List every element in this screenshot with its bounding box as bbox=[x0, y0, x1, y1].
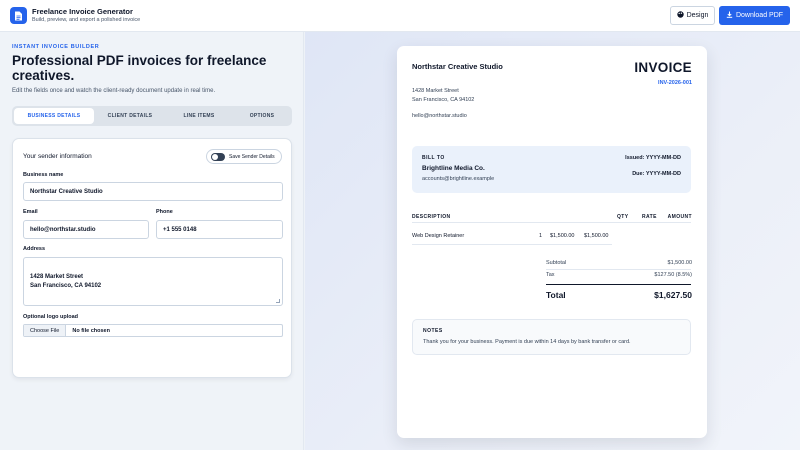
notes-text: Thank you for your business. Payment is … bbox=[423, 339, 631, 345]
editor-pane: INSTANT INVOICE BUILDER Professional PDF… bbox=[0, 32, 304, 450]
email-label: Email bbox=[23, 209, 38, 215]
total-divider bbox=[546, 284, 691, 285]
download-button-label: Download PDF bbox=[735, 12, 784, 19]
choose-file-button[interactable]: Choose File bbox=[24, 325, 67, 336]
tax-label: Tax bbox=[546, 272, 555, 278]
invoice-number: INV-2026-001 bbox=[658, 80, 692, 86]
invoice-document: Northstar Creative Studio 1428 Market St… bbox=[397, 46, 707, 438]
resize-handle-icon[interactable] bbox=[276, 299, 280, 303]
logo-file-input[interactable]: Choose File No file chosen bbox=[23, 324, 283, 337]
business-name-input[interactable]: Northstar Creative Studio bbox=[23, 182, 283, 201]
tab-client-details[interactable]: CLIENT DETAILS bbox=[97, 108, 163, 124]
file-status: No file chosen bbox=[72, 327, 110, 334]
client-name: Brightline Media Co. bbox=[422, 165, 485, 172]
column-amount: AMOUNT bbox=[667, 214, 692, 220]
table-divider bbox=[412, 222, 691, 223]
page-headline: Professional PDF invoices for freelance … bbox=[12, 53, 267, 83]
notes-panel: NOTES Thank you for your business. Payme… bbox=[412, 319, 691, 355]
tax-value: $127.50 (8.5%) bbox=[654, 272, 692, 278]
due-date: Due: YYYY-MM-DD bbox=[632, 171, 681, 177]
column-rate: RATE bbox=[642, 214, 657, 220]
page-lede: Edit the fields once and watch the clien… bbox=[12, 88, 216, 94]
item-description: Web Design Retainer bbox=[412, 233, 465, 239]
editor-tabs: BUSINESS DETAILS CLIENT DETAILS LINE ITE… bbox=[12, 106, 292, 126]
phone-label: Phone bbox=[156, 209, 173, 215]
email-field[interactable]: hello@northstar.studio bbox=[23, 220, 149, 239]
preview-pane: Northstar Creative Studio 1428 Market St… bbox=[305, 32, 800, 450]
app-subtitle: Build, preview, and export a polished in… bbox=[32, 17, 141, 23]
address-text: 1428 Market Street San Francisco, CA 941… bbox=[30, 274, 102, 289]
design-button[interactable]: Design bbox=[670, 6, 715, 25]
address-textarea[interactable]: 1428 Market Street San Francisco, CA 941… bbox=[23, 257, 283, 306]
column-qty: QTY bbox=[617, 214, 629, 220]
column-description: DESCRIPTION bbox=[412, 214, 451, 220]
save-sender-toggle[interactable]: Save Sender Details bbox=[206, 149, 282, 164]
toggle-switch[interactable] bbox=[211, 152, 225, 161]
notes-label: NOTES bbox=[423, 328, 443, 334]
address-label: Address bbox=[23, 246, 46, 252]
item-rate: $1,500.00 bbox=[550, 233, 575, 239]
invoice-title: INVOICE bbox=[634, 60, 692, 75]
document-icon bbox=[10, 7, 27, 24]
logo-upload-label: Optional logo upload bbox=[23, 314, 78, 320]
download-pdf-button[interactable]: Download PDF bbox=[719, 6, 790, 25]
business-name-label: Business name bbox=[23, 172, 64, 178]
tab-options[interactable]: OPTIONS bbox=[234, 108, 290, 124]
item-amount: $1,500.00 bbox=[584, 233, 609, 239]
sender-email: hello@northstar.studio bbox=[412, 113, 467, 119]
sender-address: 1428 Market Street San Francisco, CA 941… bbox=[412, 88, 475, 103]
subtotal-divider bbox=[546, 269, 691, 270]
save-sender-label: Save Sender Details bbox=[229, 153, 275, 160]
client-email: accounts@brightline.example bbox=[422, 176, 495, 182]
design-button-label: Design bbox=[686, 12, 709, 19]
app-header: Freelance Invoice Generator Build, previ… bbox=[0, 0, 800, 32]
section-title: Your sender information bbox=[23, 153, 92, 160]
issued-date: Issued: YYYY-MM-DD bbox=[625, 155, 681, 161]
sender-form-card: Your sender information Save Sender Deta… bbox=[12, 138, 292, 378]
download-icon bbox=[726, 11, 733, 20]
bill-to-label: BILL TO bbox=[422, 155, 445, 161]
bill-to-panel: BILL TO Brightline Media Co. accounts@br… bbox=[412, 146, 691, 193]
subtotal-label: Subtotal bbox=[546, 260, 567, 266]
item-qty: 1 bbox=[539, 233, 543, 239]
phone-field[interactable]: +1 555 0148 bbox=[156, 220, 283, 239]
eyebrow-label: INSTANT INVOICE BUILDER bbox=[12, 44, 100, 50]
total-label: Total bbox=[546, 290, 566, 300]
app-title: Freelance Invoice Generator bbox=[32, 7, 133, 16]
palette-icon bbox=[676, 11, 684, 20]
subtotal-value: $1,500.00 bbox=[667, 260, 692, 266]
sender-name: Northstar Creative Studio bbox=[412, 62, 503, 71]
tab-line-items[interactable]: LINE ITEMS bbox=[166, 108, 232, 124]
row-divider bbox=[412, 244, 612, 245]
total-value: $1,627.50 bbox=[654, 290, 692, 300]
tab-business-details[interactable]: BUSINESS DETAILS bbox=[14, 108, 94, 124]
